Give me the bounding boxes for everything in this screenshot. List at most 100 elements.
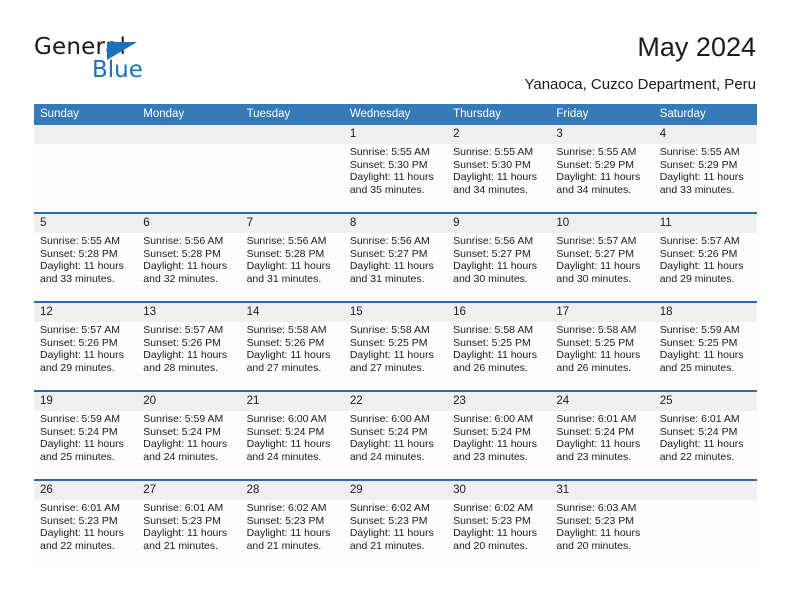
day-cell[interactable]: Sunrise: 6:02 AM Sunset: 5:23 PM Daylight:… [343,500,448,568]
weekday-header-sunday: Sunday [34,104,138,125]
day-number[interactable]: 22 [343,390,448,411]
day-sunset-text: Sunset: 5:27 PM [349,247,428,260]
day-number[interactable]: 12 [34,301,138,322]
day-cell[interactable]: Sunrise: 5:57 AM Sunset: 5:26 PM Daylight:… [137,322,241,391]
day-daylight-1-text: Daylight: 11 hours [143,349,228,362]
day-daylight-1-text: Daylight: 11 hours [246,438,331,451]
day-daylight-1-text: Daylight: 11 hours [349,527,434,540]
day-daylight-1-text: Daylight: 11 hours [246,349,331,362]
day-cell[interactable]: Sunrise: 6:01 AM Sunset: 5:23 PM Daylight:… [34,500,138,568]
day-number[interactable]: 15 [343,301,448,322]
day-cell[interactable]: Sunrise: 6:00 AM Sunset: 5:24 PM Daylight:… [343,411,448,480]
calendar-week-numbers-row: 26 27 28 29 30 31 [34,479,757,500]
day-number[interactable]: 24 [550,390,654,411]
day-daylight-2-text: and 24 minutes. [349,450,425,463]
day-number[interactable]: 8 [343,212,448,233]
day-cell[interactable]: Sunrise: 6:01 AM Sunset: 5:23 PM Daylight:… [137,500,241,568]
day-number[interactable]: 10 [550,212,654,233]
day-cell[interactable]: Sunrise: 5:57 AM Sunset: 5:27 PM Daylight:… [550,233,654,302]
day-sunset-text: Sunset: 5:26 PM [143,336,221,349]
day-cell[interactable]: Sunrise: 6:01 AM Sunset: 5:24 PM Daylight:… [550,411,654,480]
day-sunrise-text: Sunrise: 5:58 AM [349,324,430,336]
day-sunrise-text: Sunrise: 6:02 AM [246,502,327,514]
day-sunrise-text: Sunrise: 5:55 AM [349,146,430,158]
day-daylight-1-text: Daylight: 11 hours [143,438,228,451]
day-cell[interactable]: Sunrise: 5:58 AM Sunset: 5:25 PM Daylight:… [447,322,551,391]
day-cell[interactable]: Sunrise: 6:00 AM Sunset: 5:24 PM Daylight:… [240,411,344,480]
day-number[interactable]: 1 [343,125,448,144]
day-daylight-1-text: Daylight: 11 hours [556,260,641,273]
day-cell[interactable]: Sunrise: 6:02 AM Sunset: 5:23 PM Daylight:… [447,500,551,568]
day-number[interactable]: 6 [137,212,241,233]
day-daylight-1-text: Daylight: 11 hours [453,171,537,184]
day-number[interactable]: 7 [240,212,344,233]
day-sunrise-text: Sunrise: 5:57 AM [40,324,120,336]
day-sunrise-text: Sunrise: 6:02 AM [349,502,430,514]
day-number[interactable]: 26 [34,479,138,500]
day-cell[interactable]: Sunrise: 5:56 AM Sunset: 5:28 PM Daylight:… [240,233,344,302]
day-cell[interactable]: Sunrise: 5:57 AM Sunset: 5:26 PM Daylight:… [653,233,757,302]
day-number[interactable]: 13 [137,301,241,322]
day-cell[interactable]: Sunrise: 5:56 AM Sunset: 5:28 PM Daylight:… [137,233,241,302]
day-number[interactable]: 25 [653,390,757,411]
day-number[interactable]: 23 [447,390,551,411]
day-number[interactable]: 14 [240,301,344,322]
day-number[interactable]: 19 [34,390,138,411]
day-number[interactable]: 29 [343,479,448,500]
day-cell[interactable]: Sunrise: 6:00 AM Sunset: 5:24 PM Daylight:… [447,411,551,480]
day-cell[interactable]: Sunrise: 5:56 AM Sunset: 5:27 PM Daylight:… [343,233,448,302]
day-cell[interactable]: Sunrise: 5:59 AM Sunset: 5:24 PM Daylight:… [137,411,241,480]
calendar-week-numbers-row: 12 13 14 15 16 17 18 [34,301,757,322]
day-sunrise-text: Sunrise: 6:02 AM [453,502,534,514]
day-number[interactable]: 4 [653,125,757,144]
weekday-header-thursday: Thursday [447,104,551,125]
day-cell[interactable]: Sunrise: 5:55 AM Sunset: 5:29 PM Daylight:… [653,144,757,213]
day-number[interactable]: 11 [653,212,757,233]
day-cell-empty [653,500,757,568]
day-cell[interactable]: Sunrise: 6:01 AM Sunset: 5:24 PM Daylight:… [653,411,757,480]
day-number[interactable]: 20 [137,390,241,411]
day-number[interactable]: 21 [240,390,344,411]
day-number[interactable]: 16 [447,301,551,322]
day-cell[interactable]: Sunrise: 5:58 AM Sunset: 5:25 PM Daylight:… [343,322,448,391]
day-sunset-text: Sunset: 5:25 PM [349,336,428,349]
day-sunset-text: Sunset: 5:25 PM [453,336,531,349]
day-number[interactable]: 2 [447,125,551,144]
calendar-week-details-row: Sunrise: 5:55 AM Sunset: 5:28 PM Daylight:… [34,233,757,302]
day-sunrise-text: Sunrise: 5:58 AM [556,324,637,336]
day-number[interactable]: 27 [137,479,241,500]
day-number-empty [240,125,344,144]
day-number[interactable]: 17 [550,301,654,322]
day-sunset-text: Sunset: 5:30 PM [349,158,428,171]
page-title: May 2024 [637,32,756,62]
day-number[interactable]: 5 [34,212,138,233]
weekday-header-saturday: Saturday [653,104,757,125]
day-daylight-2-text: and 26 minutes. [556,361,632,374]
day-cell[interactable]: Sunrise: 6:03 AM Sunset: 5:23 PM Daylight:… [550,500,654,568]
day-cell[interactable]: Sunrise: 5:55 AM Sunset: 5:30 PM Daylight:… [447,144,551,213]
day-cell[interactable]: Sunrise: 5:55 AM Sunset: 5:28 PM Daylight:… [34,233,138,302]
day-cell[interactable]: Sunrise: 6:02 AM Sunset: 5:23 PM Daylight:… [240,500,344,568]
day-sunrise-text: Sunrise: 5:56 AM [453,235,534,247]
day-cell[interactable]: Sunrise: 5:58 AM Sunset: 5:26 PM Daylight:… [240,322,344,391]
calendar-week-details-row: Sunrise: 5:57 AM Sunset: 5:26 PM Daylight:… [34,322,757,391]
day-sunrise-text: Sunrise: 5:56 AM [246,235,327,247]
day-sunrise-text: Sunrise: 5:57 AM [143,324,224,336]
day-sunset-text: Sunset: 5:28 PM [246,247,325,260]
day-sunset-text: Sunset: 5:24 PM [556,425,635,438]
day-sunset-text: Sunset: 5:27 PM [556,247,635,260]
day-cell[interactable]: Sunrise: 5:56 AM Sunset: 5:27 PM Daylight:… [447,233,551,302]
day-number[interactable]: 30 [447,479,551,500]
day-cell[interactable]: Sunrise: 5:59 AM Sunset: 5:24 PM Daylight:… [34,411,138,480]
day-number[interactable]: 3 [550,125,654,144]
day-sunset-text: Sunset: 5:23 PM [40,514,118,527]
day-cell[interactable]: Sunrise: 5:55 AM Sunset: 5:29 PM Daylight:… [550,144,654,213]
day-cell[interactable]: Sunrise: 5:57 AM Sunset: 5:26 PM Daylight:… [34,322,138,391]
day-cell[interactable]: Sunrise: 5:55 AM Sunset: 5:30 PM Daylight:… [343,144,448,213]
day-number[interactable]: 18 [653,301,757,322]
day-number[interactable]: 9 [447,212,551,233]
day-cell[interactable]: Sunrise: 5:58 AM Sunset: 5:25 PM Daylight:… [550,322,654,391]
day-cell[interactable]: Sunrise: 5:59 AM Sunset: 5:25 PM Daylight:… [653,322,757,391]
day-number[interactable]: 31 [550,479,654,500]
day-number[interactable]: 28 [240,479,344,500]
